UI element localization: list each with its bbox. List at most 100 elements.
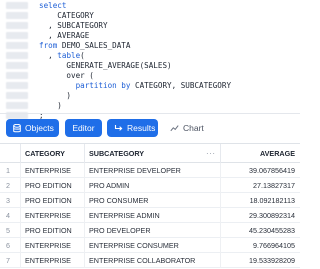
code-line: , SUBCATEGORY bbox=[39, 21, 231, 31]
line-number bbox=[6, 2, 28, 9]
cell-average: 29.300892314 bbox=[249, 211, 295, 220]
row-number: 3 bbox=[6, 196, 10, 205]
table-row[interactable]: 1 ENTERPRISE ENTERPRISE DEVELOPER 39.067856… bbox=[0, 163, 300, 178]
column-divider bbox=[20, 238, 21, 253]
cell-average: 27.13827317 bbox=[253, 181, 295, 190]
table-row[interactable]: 4 ENTERPRISE ENTERPRISE ADMIN 29.300892314 bbox=[0, 208, 300, 223]
sql-token: over ( bbox=[39, 71, 94, 80]
tab-objects-label: Objects bbox=[25, 123, 54, 133]
tab-results[interactable]: Results bbox=[107, 119, 158, 137]
sql-keyword: from bbox=[39, 41, 58, 50]
tab-editor-label: Editor bbox=[72, 123, 95, 133]
tab-editor[interactable]: Editor bbox=[65, 119, 102, 137]
sql-code[interactable]: select CATEGORY , SUBCATEGORY , AVERAGE f… bbox=[39, 1, 231, 121]
column-header-category[interactable]: CATEGORY bbox=[25, 144, 65, 163]
row-number: 5 bbox=[6, 226, 10, 235]
code-line: ) bbox=[39, 91, 231, 101]
table-row[interactable]: 3 PRO EDITION PRO CONSUMER 18.092182113 bbox=[0, 193, 300, 208]
code-line: select bbox=[39, 1, 231, 11]
column-divider bbox=[220, 223, 221, 238]
column-divider bbox=[20, 253, 21, 268]
column-divider bbox=[220, 238, 221, 253]
cell-subcategory: ENTERPRISE ADMIN bbox=[89, 211, 160, 220]
code-line: ) bbox=[39, 101, 231, 111]
results-tabbar: Objects Editor Results Chart bbox=[0, 113, 300, 140]
code-line: , table( bbox=[39, 51, 231, 61]
line-number bbox=[6, 102, 28, 109]
cell-subcategory: PRO CONSUMER bbox=[89, 196, 149, 205]
row-number: 4 bbox=[6, 211, 10, 220]
cell-subcategory: PRO DEVELOPER bbox=[89, 226, 151, 235]
sql-token: CATEGORY bbox=[39, 11, 94, 20]
tab-chart[interactable]: Chart bbox=[163, 119, 208, 137]
sql-token: DEMO_SALES_DATA bbox=[57, 41, 131, 50]
cell-subcategory: ENTERPRISE COLLABORATOR bbox=[89, 256, 196, 265]
column-divider bbox=[20, 144, 21, 163]
cell-average: 19.533928209 bbox=[249, 256, 295, 265]
row-number: 1 bbox=[6, 166, 10, 175]
sql-token: ( bbox=[80, 51, 85, 60]
sql-token: , SUBCATEGORY bbox=[39, 21, 108, 30]
sql-token: ) bbox=[39, 91, 72, 100]
column-divider bbox=[84, 253, 85, 268]
column-divider bbox=[84, 144, 85, 163]
line-number bbox=[6, 62, 28, 69]
column-divider bbox=[220, 178, 221, 193]
line-number-gutter bbox=[0, 0, 34, 119]
table-header: CATEGORY SUBCATEGORY ··· AVERAGE bbox=[0, 143, 300, 163]
tab-results-label: Results bbox=[127, 123, 156, 133]
column-divider bbox=[84, 238, 85, 253]
tab-objects[interactable]: Objects bbox=[6, 119, 59, 137]
column-divider bbox=[220, 163, 221, 178]
code-line: CATEGORY bbox=[39, 11, 231, 21]
column-divider bbox=[84, 193, 85, 208]
sql-keyword: partition by bbox=[39, 81, 131, 90]
row-number: 2 bbox=[6, 181, 10, 190]
sql-token: , bbox=[39, 51, 58, 60]
line-number bbox=[6, 52, 28, 59]
cell-category: ENTERPRISE bbox=[25, 211, 71, 220]
code-line: over ( bbox=[39, 71, 231, 81]
cell-category: ENTERPRISE bbox=[25, 166, 71, 175]
table-row[interactable]: 2 PRO EDITION PRO ADMIN 27.13827317 bbox=[0, 178, 300, 193]
line-number bbox=[6, 22, 28, 29]
cell-subcategory: ENTERPRISE DEVELOPER bbox=[89, 166, 181, 175]
table-row[interactable]: 7 ENTERPRISE ENTERPRISE COLLABORATOR 19.533… bbox=[0, 253, 300, 268]
column-header-average[interactable]: AVERAGE bbox=[225, 144, 295, 163]
sql-editor[interactable]: select CATEGORY , SUBCATEGORY , AVERAGE f… bbox=[0, 0, 300, 120]
code-line: GENERATE_AVERAGE(SALES) bbox=[39, 61, 231, 71]
cell-average: 18.092182113 bbox=[249, 196, 295, 205]
results-table: CATEGORY SUBCATEGORY ··· AVERAGE 1 ENTERP… bbox=[0, 143, 300, 269]
cell-subcategory: PRO ADMIN bbox=[89, 181, 130, 190]
line-number bbox=[6, 92, 28, 99]
column-divider bbox=[220, 193, 221, 208]
column-menu-icon[interactable]: ··· bbox=[206, 144, 216, 163]
column-divider bbox=[20, 208, 21, 223]
cell-subcategory: ENTERPRISE CONSUMER bbox=[89, 241, 179, 250]
column-divider bbox=[20, 178, 21, 193]
row-number: 7 bbox=[6, 256, 10, 265]
column-header-subcategory[interactable]: SUBCATEGORY bbox=[89, 144, 144, 163]
tab-chart-label: Chart bbox=[183, 123, 204, 133]
code-line: from DEMO_SALES_DATA bbox=[39, 41, 231, 51]
sql-keyword: table bbox=[57, 51, 81, 60]
column-divider bbox=[20, 223, 21, 238]
sql-token: ) bbox=[39, 101, 62, 110]
code-line: , AVERAGE bbox=[39, 31, 231, 41]
cell-average: 39.067856419 bbox=[249, 166, 295, 175]
table-row[interactable]: 6 ENTERPRISE ENTERPRISE CONSUMER 9.76696410… bbox=[0, 238, 300, 253]
column-divider bbox=[84, 163, 85, 178]
trend-line-icon bbox=[170, 124, 179, 132]
cell-average: 45.230455283 bbox=[249, 226, 295, 235]
database-icon bbox=[13, 123, 21, 133]
return-arrow-icon bbox=[114, 124, 123, 132]
code-line: partition by CATEGORY, SUBCATEGORY bbox=[39, 81, 231, 91]
line-number bbox=[6, 42, 28, 49]
sql-token: GENERATE_AVERAGE(SALES) bbox=[39, 61, 172, 70]
line-number bbox=[6, 72, 28, 79]
cell-category: PRO EDITION bbox=[25, 196, 72, 205]
column-divider bbox=[84, 223, 85, 238]
column-divider bbox=[20, 163, 21, 178]
table-row[interactable]: 5 PRO EDITION PRO DEVELOPER 45.230455283 bbox=[0, 223, 300, 238]
cell-category: ENTERPRISE bbox=[25, 241, 71, 250]
